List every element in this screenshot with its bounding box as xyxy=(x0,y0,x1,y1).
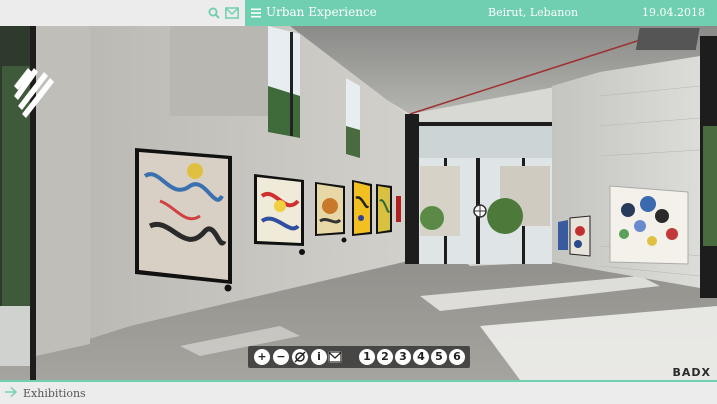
room-6-button[interactable]: 6 xyxy=(449,349,465,365)
top-bar: Urban Experience Beirut, Lebanon 19.04.2… xyxy=(0,0,717,26)
menu-icon[interactable] xyxy=(251,8,261,18)
bottom-bar: Exhibitions xyxy=(0,380,717,404)
exhibition-title[interactable]: Urban Experience xyxy=(266,5,377,19)
arrow-right-icon xyxy=(5,386,17,398)
no-rotate-icon xyxy=(294,351,306,363)
artwork-3[interactable] xyxy=(315,182,347,243)
gallery-3d-view[interactable] xyxy=(0,26,717,380)
info-button[interactable]: i xyxy=(311,349,327,365)
room-5-button[interactable]: 5 xyxy=(431,349,447,365)
artwork-1[interactable] xyxy=(135,148,232,292)
zoom-out-button[interactable]: − xyxy=(273,349,289,365)
exhibition-date: 19.04.2018 xyxy=(642,6,705,19)
brand-watermark: BADX xyxy=(672,366,711,379)
artwork-4[interactable] xyxy=(352,180,372,236)
artwork-7[interactable] xyxy=(609,185,689,265)
exhibition-location: Beirut, Lebanon xyxy=(488,6,579,19)
viewer-toolbar: + − i 1 2 3 4 5 6 xyxy=(248,346,470,368)
mail-icon[interactable] xyxy=(225,7,239,19)
exhibitions-link[interactable]: Exhibitions xyxy=(23,387,86,400)
artwork-5[interactable] xyxy=(376,184,392,234)
message-button[interactable] xyxy=(328,351,342,363)
top-bar-right: Urban Experience Beirut, Lebanon 19.04.2… xyxy=(245,0,717,26)
room-1-button[interactable]: 1 xyxy=(359,349,375,365)
artwork-6[interactable] xyxy=(558,215,591,257)
no-rotate-button[interactable] xyxy=(292,349,308,365)
search-icon[interactable] xyxy=(208,7,220,19)
message-icon xyxy=(328,351,342,363)
room-2-button[interactable]: 2 xyxy=(377,349,393,365)
artwork-2[interactable] xyxy=(254,174,305,255)
zoom-in-button[interactable]: + xyxy=(254,349,270,365)
room-3-button[interactable]: 3 xyxy=(395,349,411,365)
room-4-button[interactable]: 4 xyxy=(413,349,429,365)
top-bar-left xyxy=(0,0,245,26)
